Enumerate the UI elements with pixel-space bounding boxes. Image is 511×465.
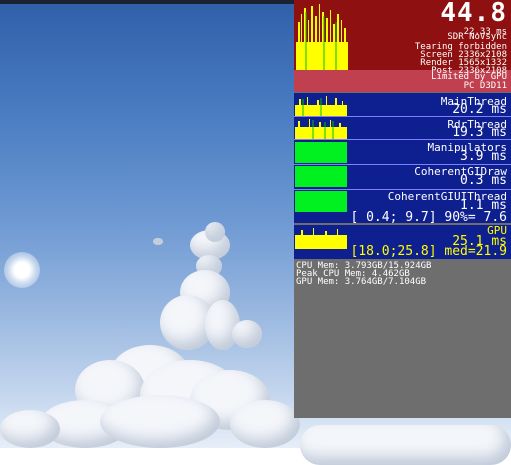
rdrthread-graph — [295, 118, 347, 139]
separator — [294, 116, 511, 117]
gpu-range: [18.0;25.8] med=21.9 — [350, 244, 507, 259]
graphics-api: PC D3D11 — [463, 81, 507, 91]
gpu-panel: GPU 25.1 ms [18.0;25.8] med=21.9 — [294, 225, 511, 259]
gpu-mem: GPU Mem: 3.764GB/7.104GB — [296, 277, 427, 287]
thread-value-cgidraw: 0.3 ms — [460, 173, 507, 188]
thread-value-manipulators: 3.9 ms — [460, 149, 507, 164]
thread-panel: MainThread 20.2 ms RdrThread 19.3 ms Man… — [294, 93, 511, 225]
separator — [294, 139, 511, 140]
thread-value-main: 20.2 ms — [452, 102, 507, 117]
range-percentile: [ 0.4; 9.7] 90%= 7.6 — [350, 210, 507, 225]
mainthread-graph — [295, 95, 347, 116]
sun — [4, 252, 40, 288]
fps-value: 44.8 — [440, 0, 507, 28]
coherentgidraw-graph — [295, 166, 347, 187]
frame-time-graph — [296, 2, 348, 70]
display-mode: SDR NoVsync — [447, 32, 507, 42]
coherentgiuithread-graph — [295, 191, 347, 212]
viewport-top-edge — [0, 0, 300, 4]
gpu-graph — [295, 227, 347, 249]
thread-value-rdr: 19.3 ms — [452, 125, 507, 140]
perf-overlay: 44.8 22.33 ms SDR NoVsync Tearing forbid… — [294, 0, 511, 418]
manipulators-graph — [295, 142, 347, 163]
perf-header: 44.8 22.33 ms SDR NoVsync Tearing forbid… — [294, 0, 511, 92]
